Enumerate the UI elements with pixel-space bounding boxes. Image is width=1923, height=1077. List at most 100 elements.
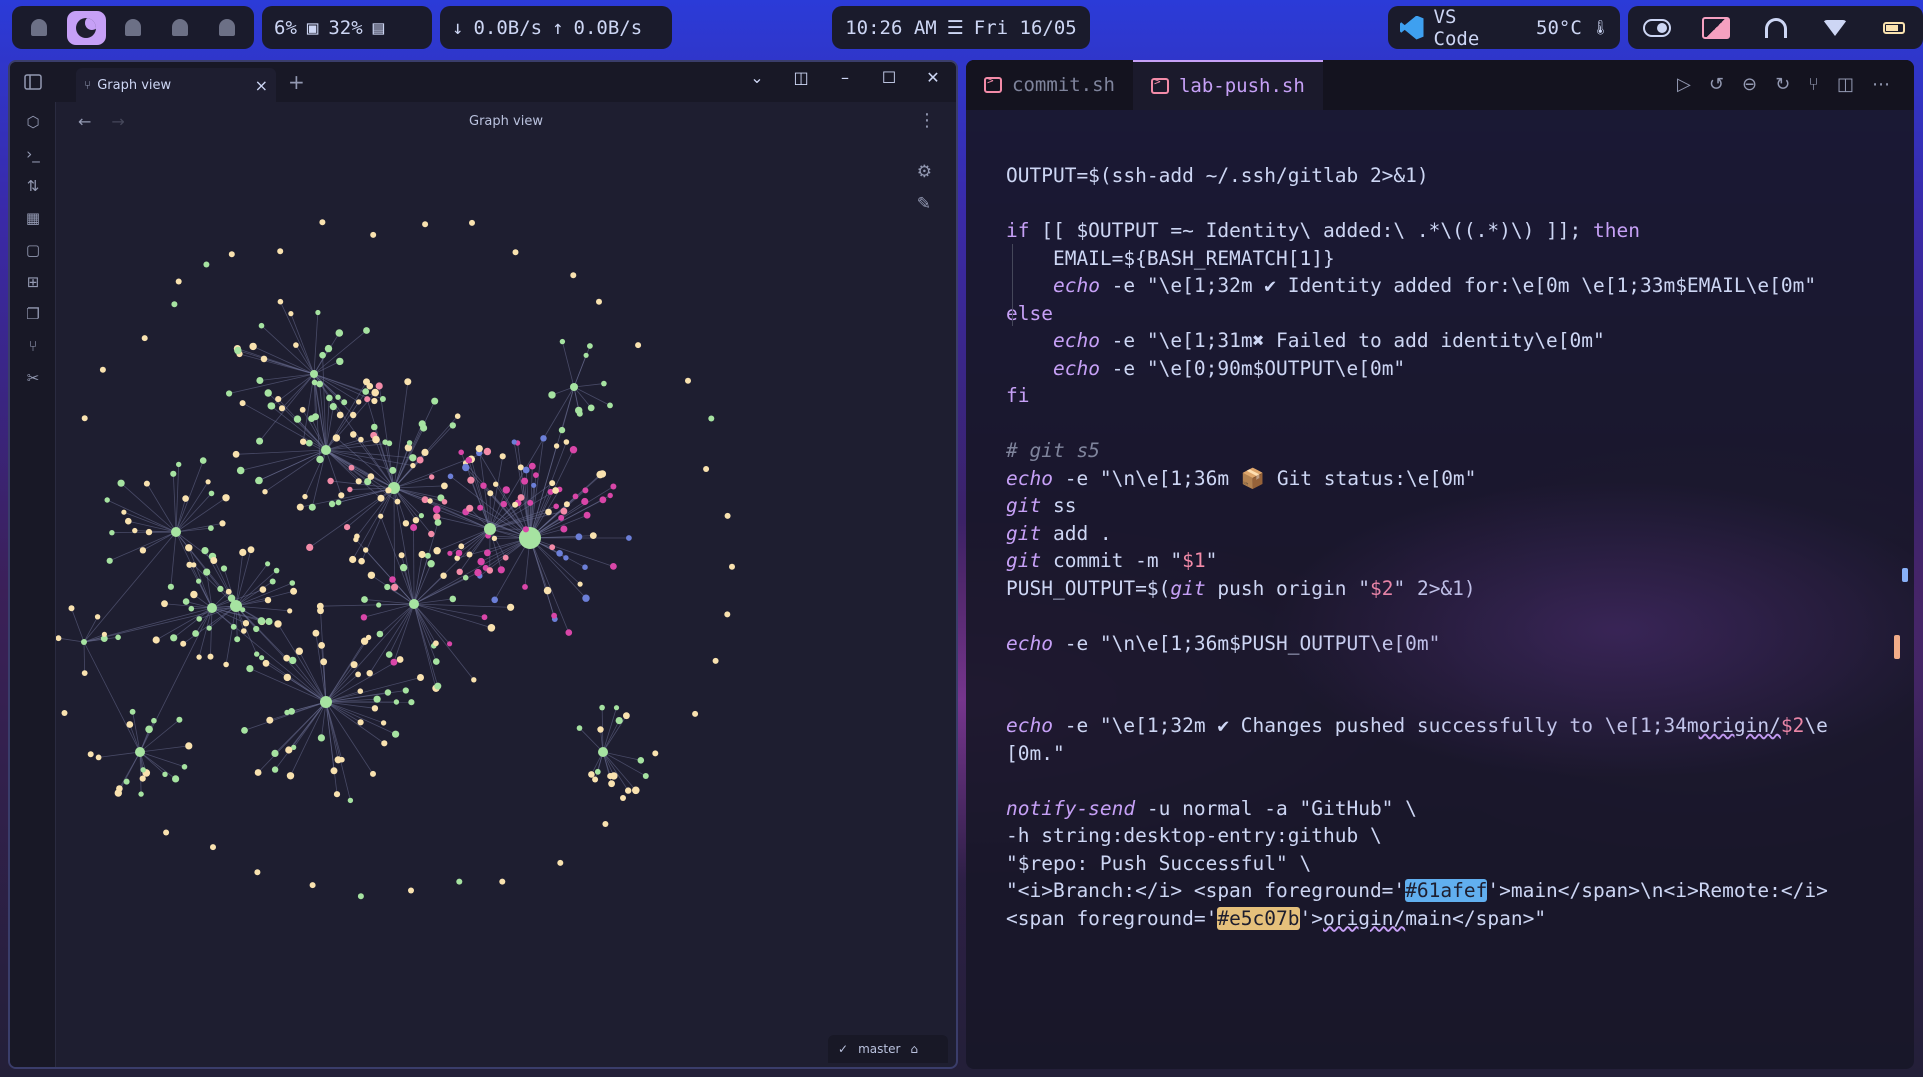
graph-node[interactable] [597, 726, 604, 733]
graph-node[interactable] [548, 391, 556, 399]
graph-node[interactable] [362, 388, 370, 395]
graph-node[interactable] [558, 426, 566, 434]
minimize-button[interactable]: – [830, 68, 860, 87]
graph-node[interactable] [607, 402, 613, 409]
graph-node[interactable] [262, 659, 270, 667]
graph-node[interactable] [180, 640, 187, 647]
graph-node[interactable] [123, 778, 130, 785]
graph-node[interactable] [326, 394, 333, 402]
graph-node[interactable] [421, 448, 429, 456]
graph-node[interactable] [288, 311, 294, 317]
graph-node[interactable] [277, 248, 284, 255]
graph-node[interactable] [499, 453, 506, 460]
git-graph-icon[interactable]: ⑂ [1808, 74, 1819, 95]
graph-node[interactable] [94, 614, 101, 620]
graph-node[interactable] [353, 536, 359, 543]
graph-node[interactable] [724, 512, 731, 519]
graph-node[interactable] [373, 695, 381, 703]
graph-node[interactable] [620, 795, 626, 801]
graph-node[interactable] [259, 655, 265, 661]
graph-node[interactable] [371, 397, 378, 405]
graph-node[interactable] [557, 859, 564, 866]
graph-node[interactable] [391, 583, 399, 591]
graph-node[interactable] [385, 487, 392, 494]
graph-node[interactable] [151, 717, 157, 724]
graph-node[interactable] [234, 636, 241, 643]
graph-node[interactable] [206, 625, 212, 631]
graph-node[interactable] [601, 380, 607, 387]
graph-node[interactable] [81, 415, 88, 422]
graph-node[interactable] [434, 682, 442, 690]
graph-node[interactable] [239, 548, 247, 556]
graph-node[interactable] [289, 656, 297, 665]
graph-node[interactable] [610, 483, 617, 490]
graph-node[interactable] [246, 665, 254, 673]
graph-node[interactable] [487, 490, 494, 497]
graph-node[interactable] [135, 747, 145, 757]
graph-node[interactable] [456, 568, 463, 575]
graph-node[interactable] [366, 670, 373, 677]
graph-node[interactable] [398, 552, 405, 559]
graph-node[interactable] [613, 705, 620, 711]
graph-node[interactable] [316, 455, 324, 464]
graph-node[interactable] [260, 355, 268, 363]
graph-node[interactable] [410, 524, 418, 531]
graph-node[interactable] [175, 278, 182, 285]
graph-node[interactable] [348, 464, 355, 471]
graph-node[interactable] [360, 614, 368, 621]
git-compare-icon[interactable]: ⇅ [10, 170, 56, 202]
graph-node[interactable] [433, 658, 440, 665]
graph-node[interactable] [552, 487, 559, 494]
graph-node[interactable] [402, 520, 410, 527]
graph-node[interactable] [572, 493, 579, 500]
graph-node[interactable] [558, 514, 565, 521]
graph-node[interactable] [68, 605, 75, 612]
resource-monitor[interactable]: 6% ▣ 32% ▤ [262, 6, 432, 49]
graph-node[interactable] [268, 402, 276, 410]
toggle-icon[interactable] [1638, 13, 1676, 43]
graph-node[interactable] [583, 511, 591, 519]
wifi-icon[interactable] [1816, 13, 1854, 43]
graph-node[interactable] [375, 382, 383, 390]
sidebar-toggle-icon[interactable] [10, 62, 56, 102]
wallpaper-icon[interactable] [1697, 13, 1735, 43]
graph-node[interactable] [186, 561, 193, 568]
graph-node[interactable] [239, 400, 246, 407]
graph-node[interactable] [330, 767, 338, 775]
graph-node[interactable] [99, 366, 106, 373]
graph-node[interactable] [392, 730, 400, 738]
graph-node[interactable] [582, 564, 588, 570]
graph-node[interactable] [528, 462, 536, 470]
graph-node[interactable] [201, 547, 209, 555]
tab-commit-sh[interactable]: commit.sh [966, 60, 1133, 110]
graph-node[interactable] [318, 642, 325, 649]
graph-node[interactable] [427, 498, 433, 504]
terminal-icon[interactable]: ›_ [10, 138, 56, 170]
graph-node[interactable] [608, 780, 615, 788]
graph-node[interactable] [254, 651, 260, 657]
graph-node[interactable] [312, 413, 319, 421]
graph-node[interactable] [543, 586, 552, 595]
graph-node[interactable] [335, 394, 341, 400]
graph-node[interactable] [563, 555, 569, 561]
graph-node[interactable] [409, 599, 419, 609]
graph-node[interactable] [350, 431, 357, 438]
graph-node[interactable] [269, 578, 276, 585]
graph-node[interactable] [432, 505, 441, 514]
graph-node[interactable] [545, 508, 552, 516]
graph-node[interactable] [367, 473, 375, 480]
graph-node[interactable] [583, 352, 589, 358]
graph-node[interactable] [241, 628, 247, 634]
graph-node[interactable] [588, 771, 595, 778]
graph-node[interactable] [300, 438, 307, 445]
graph-node[interactable] [293, 415, 302, 423]
graph-node[interactable] [185, 742, 193, 750]
graph-node[interactable] [378, 513, 384, 519]
graph-node[interactable] [433, 547, 441, 555]
graph-node[interactable] [357, 688, 364, 694]
graph-node[interactable] [582, 594, 590, 602]
graph-node[interactable] [408, 887, 414, 894]
graph-node[interactable] [408, 699, 415, 706]
graph-node[interactable] [462, 463, 470, 472]
graph-node[interactable] [560, 507, 568, 515]
